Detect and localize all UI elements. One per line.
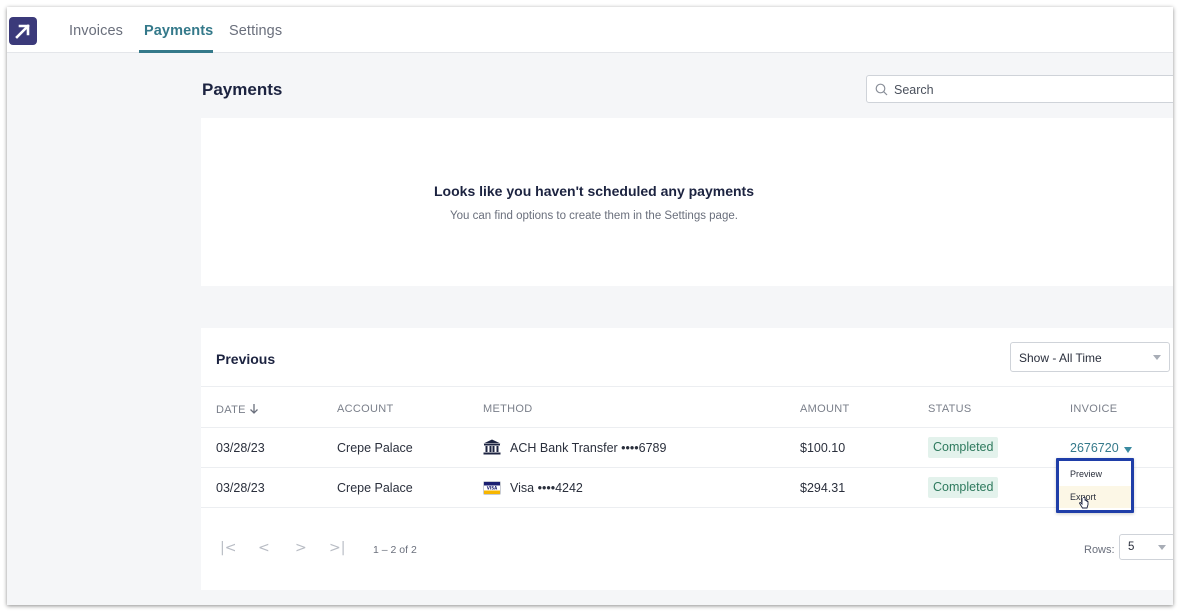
- search-box[interactable]: [866, 75, 1173, 103]
- time-filter-value: Show - All Time: [1019, 351, 1102, 365]
- visa-card-icon: VISA: [483, 481, 501, 495]
- next-page-icon[interactable]: >: [295, 540, 307, 556]
- row-amount: $294.31: [800, 481, 846, 495]
- invoice-link[interactable]: 2676720: [1070, 441, 1119, 455]
- column-header-date[interactable]: DATE: [216, 403, 259, 416]
- tab-settings[interactable]: Settings: [229, 23, 282, 39]
- first-page-icon[interactable]: |<: [220, 540, 236, 556]
- hand-cursor-icon: [1079, 497, 1089, 509]
- table-row: 03/28/23 Crepe Palace ACH Bank Transfer …: [201, 428, 1173, 468]
- bank-icon: [483, 439, 501, 455]
- scheduled-payments-card: Looks like you haven't scheduled any pay…: [201, 118, 1173, 286]
- top-nav: Invoices Payments Settings: [7, 7, 1173, 53]
- previous-title: Previous: [216, 351, 276, 367]
- row-method: ACH Bank Transfer ••••6789: [510, 441, 667, 455]
- row-method: Visa ••••4242: [510, 481, 583, 495]
- column-header-invoice: INVOICE: [1070, 403, 1118, 415]
- active-tab-indicator: [139, 50, 213, 53]
- column-header-account: ACCOUNT: [337, 403, 394, 415]
- table-row: 03/28/23 Crepe Palace VISA Visa ••••4242…: [201, 468, 1173, 508]
- chevron-down-icon: [1153, 355, 1161, 360]
- row-date: 03/28/23: [216, 441, 265, 455]
- pagination: |< < > >| 1 – 2 of 2 Rows: 5: [201, 534, 1173, 568]
- row-account: Crepe Palace: [337, 481, 413, 495]
- chevron-down-icon: [1158, 545, 1166, 550]
- app-frame: Invoices Payments Settings Payments Look…: [7, 7, 1173, 605]
- previous-page-icon[interactable]: <: [258, 540, 270, 556]
- status-badge: Completed: [928, 437, 999, 458]
- page-range: 1 – 2 of 2: [373, 544, 417, 556]
- rows-label: Rows:: [1084, 544, 1115, 556]
- column-header-label: DATE: [216, 404, 246, 416]
- previous-payments-card: Previous Show - All Time DATE ACCOUNT ME…: [201, 328, 1173, 590]
- search-input[interactable]: [894, 80, 1164, 100]
- row-account: Crepe Palace: [337, 441, 413, 455]
- last-page-icon[interactable]: >|: [329, 540, 345, 556]
- rows-per-page-select[interactable]: 5: [1119, 534, 1173, 560]
- status-badge: Completed: [928, 477, 999, 498]
- time-filter-select[interactable]: Show - All Time: [1010, 342, 1170, 372]
- empty-state-title: Looks like you haven't scheduled any pay…: [434, 183, 754, 199]
- logo-icon[interactable]: [9, 17, 37, 45]
- table-header: DATE ACCOUNT METHOD AMOUNT STATUS INVOIC…: [201, 386, 1173, 428]
- rows-per-page-value: 5: [1128, 541, 1135, 553]
- empty-state-subtitle: You can find options to create them in t…: [450, 210, 738, 222]
- menu-item-preview[interactable]: Preview: [1059, 463, 1131, 485]
- invoice-menu-toggle-icon[interactable]: [1124, 447, 1132, 453]
- column-header-method: METHOD: [483, 403, 533, 415]
- tab-invoices[interactable]: Invoices: [69, 23, 123, 39]
- row-date: 03/28/23: [216, 481, 265, 495]
- search-icon: [875, 83, 888, 96]
- invoice-dropdown-menu: Preview Export: [1056, 458, 1134, 513]
- row-amount: $100.10: [800, 441, 846, 455]
- column-header-amount: AMOUNT: [800, 403, 850, 415]
- svg-text:VISA: VISA: [487, 485, 498, 490]
- page-title: Payments: [202, 80, 283, 99]
- sort-arrow-down-icon: [249, 404, 258, 414]
- column-header-status: STATUS: [928, 403, 972, 415]
- tab-payments[interactable]: Payments: [144, 23, 213, 39]
- menu-item-export[interactable]: Export: [1059, 486, 1131, 509]
